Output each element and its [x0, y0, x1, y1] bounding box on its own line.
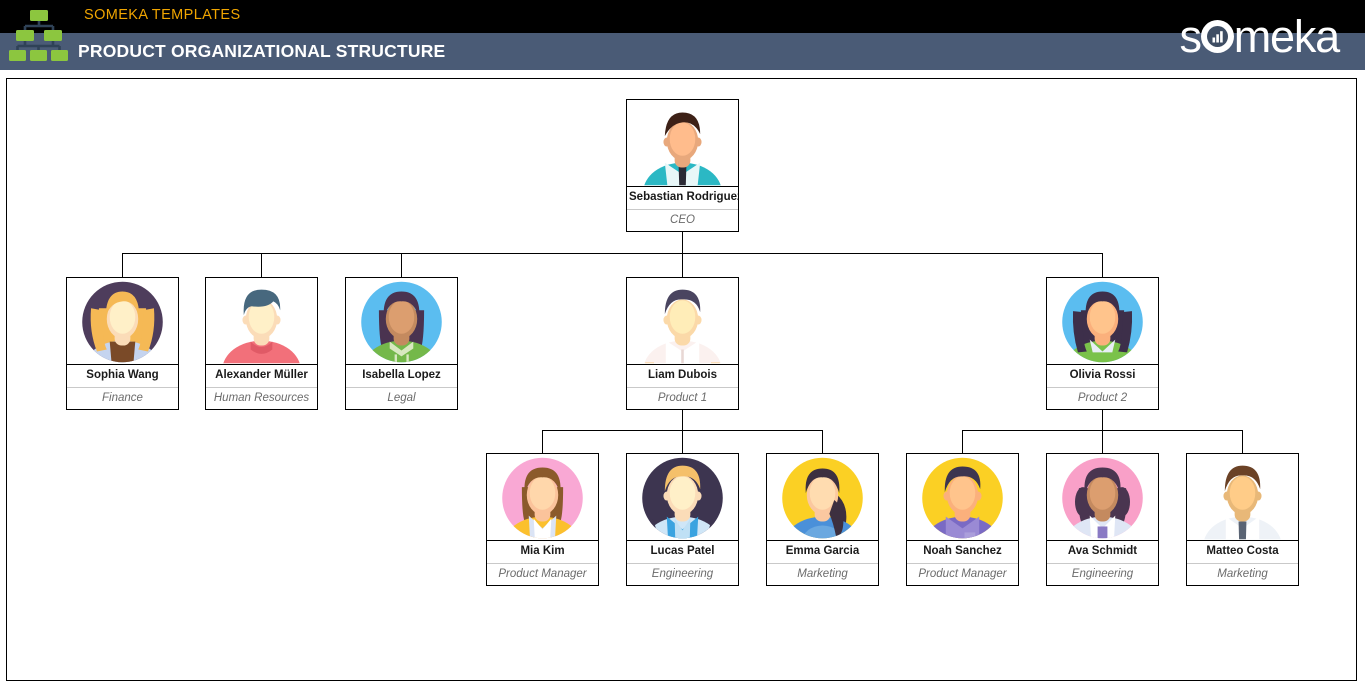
avatar-isabella-lopez — [346, 278, 457, 364]
avatar-olivia-rossi — [1047, 278, 1158, 364]
org-node-ava-schmidt[interactable]: Ava Schmidt Engineering — [1046, 453, 1159, 586]
node-name-olivia-rossi: Olivia Rossi — [1047, 364, 1158, 387]
org-node-mia-kim[interactable]: Mia Kim Product Manager — [486, 453, 599, 586]
connector-drop-alexander — [261, 253, 263, 277]
avatar-noah-sanchez — [907, 454, 1018, 540]
node-name-emma-garcia: Emma Garcia — [767, 540, 878, 563]
node-name-noah-sanchez: Noah Sanchez — [907, 540, 1018, 563]
node-name-lucas-patel: Lucas Patel — [627, 540, 738, 563]
org-node-liam-dubois[interactable]: Liam Dubois Product 1 — [626, 277, 739, 410]
avatar-sophia-wang — [67, 278, 178, 364]
header-subtitle: SOMEKA TEMPLATES — [84, 7, 241, 23]
org-node-emma-garcia[interactable]: Emma Garcia Marketing — [766, 453, 879, 586]
node-role-lucas-patel: Engineering — [627, 562, 738, 586]
node-role-ceo: CEO — [627, 208, 738, 232]
avatar-mia-kim — [487, 454, 598, 540]
node-role-isabella-lopez: Legal — [346, 386, 457, 410]
org-node-matteo-costa[interactable]: Matteo Costa Marketing — [1186, 453, 1299, 586]
org-node-lucas-patel[interactable]: Lucas Patel Engineering — [626, 453, 739, 586]
connector-level2-bus — [122, 253, 1103, 255]
connector-drop-noah — [962, 430, 964, 453]
node-name-ceo: Sebastian Rodriguez — [627, 186, 738, 209]
org-node-sophia-wang[interactable]: Sophia Wang Finance — [66, 277, 179, 410]
avatar-ceo — [627, 100, 738, 186]
connector-drop-mia — [542, 430, 544, 453]
node-name-liam-dubois: Liam Dubois — [627, 364, 738, 387]
node-role-matteo-costa: Marketing — [1187, 562, 1298, 586]
avatar-matteo-costa — [1187, 454, 1298, 540]
node-role-emma-garcia: Marketing — [767, 562, 878, 586]
brand-text-pre: s — [1179, 11, 1202, 62]
avatar-lucas-patel — [627, 454, 738, 540]
someka-brand-logo: s meka — [1179, 11, 1340, 62]
connector-liam-stem — [682, 409, 684, 430]
node-name-mia-kim: Mia Kim — [487, 540, 598, 563]
org-node-noah-sanchez[interactable]: Noah Sanchez Product Manager — [906, 453, 1019, 586]
node-role-noah-sanchez: Product Manager — [907, 562, 1018, 586]
node-name-sophia-wang: Sophia Wang — [67, 364, 178, 387]
node-role-olivia-rossi: Product 2 — [1047, 386, 1158, 410]
connector-ceo-stem — [682, 231, 684, 253]
connector-olivia-stem — [1102, 409, 1104, 430]
connector-drop-matteo — [1242, 430, 1244, 453]
node-name-ava-schmidt: Ava Schmidt — [1047, 540, 1158, 563]
brand-text-post: meka — [1233, 11, 1340, 62]
node-role-sophia-wang: Finance — [67, 386, 178, 410]
org-node-isabella-lopez[interactable]: Isabella Lopez Legal — [345, 277, 458, 410]
connector-drop-lucas — [682, 430, 684, 453]
node-role-alexander-muller: Human Resources — [206, 386, 317, 410]
page-title: PRODUCT ORGANIZATIONAL STRUCTURE — [78, 41, 446, 61]
node-role-mia-kim: Product Manager — [487, 562, 598, 586]
node-name-matteo-costa: Matteo Costa — [1187, 540, 1298, 563]
avatar-alexander-muller — [206, 278, 317, 364]
org-chart-icon — [8, 6, 70, 64]
avatar-liam-dubois — [627, 278, 738, 364]
node-role-liam-dubois: Product 1 — [627, 386, 738, 410]
connector-drop-liam — [682, 253, 684, 277]
connector-drop-isabella — [401, 253, 403, 277]
org-node-olivia-rossi[interactable]: Olivia Rossi Product 2 — [1046, 277, 1159, 410]
connector-drop-sophia — [122, 253, 124, 277]
bar-chart-icon — [1200, 20, 1234, 53]
avatar-emma-garcia — [767, 454, 878, 540]
node-role-ava-schmidt: Engineering — [1047, 562, 1158, 586]
connector-drop-olivia — [1102, 253, 1104, 277]
org-node-alexander-muller[interactable]: Alexander Müller Human Resources — [205, 277, 318, 410]
avatar-ava-schmidt — [1047, 454, 1158, 540]
node-name-isabella-lopez: Isabella Lopez — [346, 364, 457, 387]
app-header: SOMEKA TEMPLATES PRODUCT ORGANIZATIONAL … — [0, 0, 1365, 70]
node-name-alexander-muller: Alexander Müller — [206, 364, 317, 387]
connector-drop-ava — [1102, 430, 1104, 453]
org-node-ceo[interactable]: Sebastian Rodriguez CEO — [626, 99, 739, 232]
connector-drop-emma — [822, 430, 824, 453]
